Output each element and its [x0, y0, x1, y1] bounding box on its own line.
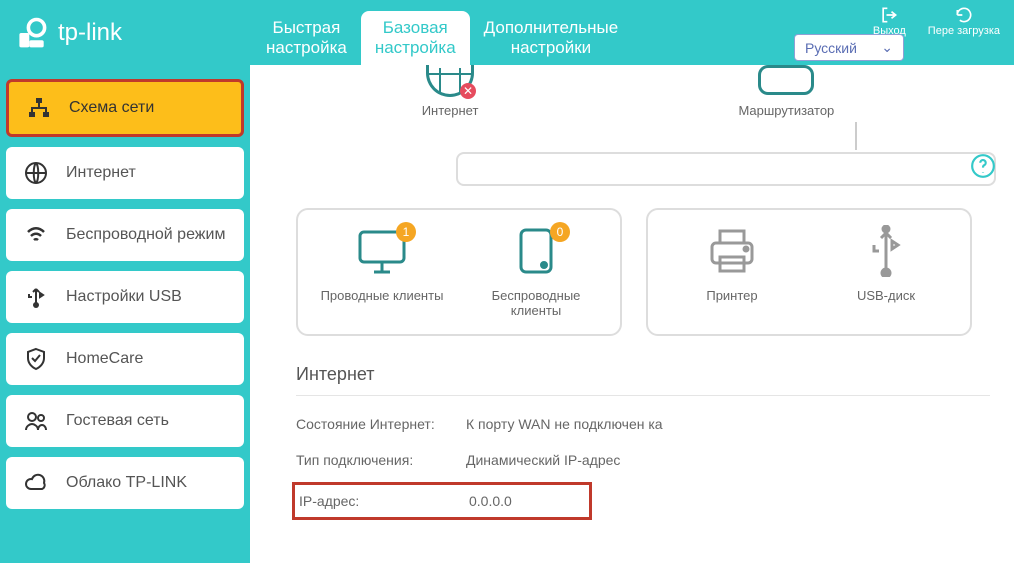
- network-map-icon: [27, 96, 51, 120]
- logout-icon: [879, 5, 899, 25]
- wireless-count-badge: 0: [550, 222, 570, 242]
- wireless-clients-card[interactable]: 0 Беспроводные клиенты: [466, 224, 606, 318]
- sidebar-item-homecare[interactable]: HomeCare: [6, 333, 244, 385]
- info-row-status: Состояние Интернет: К порту WAN не подкл…: [296, 410, 990, 446]
- tab-advanced-setup[interactable]: Дополнительные настройки: [470, 11, 633, 65]
- shield-icon: [24, 347, 48, 371]
- logout-button[interactable]: Выход: [873, 5, 906, 37]
- router-icon: [758, 65, 814, 95]
- info-row-conn-type: Тип подключения: Динамический IP-адрес: [296, 446, 990, 482]
- usb-disk-icon: [869, 225, 903, 277]
- device-grid: 1 Проводные клиенты 0 Беспроводные клиен…: [296, 208, 990, 336]
- tab-bar: Быстрая настройка Базовая настройка Допо…: [252, 0, 632, 65]
- chevron-down-icon: ⌄: [881, 39, 893, 56]
- header-actions: Выход Пере загрузка: [873, 5, 1000, 37]
- brand-logo: tp-link: [14, 15, 122, 51]
- content-area: ✕ Интернет Маршрутизатор 1 Проводные кли…: [250, 65, 1014, 563]
- globe-icon: [24, 161, 48, 185]
- usb-disk-card[interactable]: USB-диск: [816, 224, 956, 318]
- peripherals-group: Принтер USB-диск: [646, 208, 972, 336]
- internet-broken-icon: ✕: [426, 65, 474, 97]
- sidebar-item-network-map[interactable]: Схема сети: [6, 79, 244, 137]
- sidebar-item-guest[interactable]: Гостевая сеть: [6, 395, 244, 447]
- clients-group: 1 Проводные клиенты 0 Беспроводные клиен…: [296, 208, 622, 336]
- error-badge-icon: ✕: [460, 83, 476, 99]
- usb-icon: [24, 285, 48, 309]
- sidebar: Схема сети Интернет Беспроводной режим Н…: [0, 65, 250, 563]
- tab-quick-setup[interactable]: Быстрая настройка: [252, 11, 361, 65]
- help-icon[interactable]: [970, 153, 996, 179]
- cloud-icon: [24, 471, 48, 495]
- connector-box: [456, 152, 996, 186]
- divider: [296, 395, 990, 396]
- connector-line: [855, 122, 857, 150]
- reload-icon: [954, 5, 974, 25]
- sidebar-item-usb[interactable]: Настройки USB: [6, 271, 244, 323]
- tab-basic-setup[interactable]: Базовая настройка: [361, 11, 470, 65]
- topology-router[interactable]: Маршрутизатор: [738, 65, 834, 118]
- printer-icon: [706, 227, 758, 275]
- info-row-ip-address: IP-адрес: 0.0.0.0: [292, 482, 592, 520]
- wired-count-badge: 1: [396, 222, 416, 242]
- sidebar-item-cloud[interactable]: Облако TP-LINK: [6, 457, 244, 509]
- brand-name: tp-link: [58, 19, 122, 47]
- printer-card[interactable]: Принтер: [662, 224, 802, 318]
- wifi-icon: [24, 223, 48, 247]
- tplink-logo-icon: [14, 15, 50, 51]
- wired-clients-card[interactable]: 1 Проводные клиенты: [312, 224, 452, 318]
- header: tp-link Быстрая настройка Базовая настро…: [0, 0, 1014, 65]
- guests-icon: [24, 409, 48, 433]
- sidebar-item-wireless[interactable]: Беспроводной режим: [6, 209, 244, 261]
- topology-top-row: ✕ Интернет Маршрутизатор: [296, 65, 990, 118]
- language-select[interactable]: Русский ⌄: [794, 34, 904, 61]
- sidebar-item-internet[interactable]: Интернет: [6, 147, 244, 199]
- reload-button[interactable]: Пере загрузка: [928, 5, 1000, 37]
- topology-internet[interactable]: ✕ Интернет: [422, 65, 479, 118]
- section-title-internet: Интернет: [296, 364, 990, 385]
